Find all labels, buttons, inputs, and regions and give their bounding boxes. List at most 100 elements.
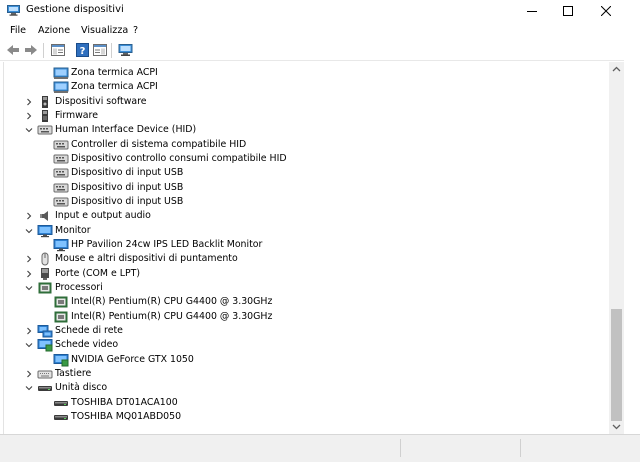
tree-item[interactable]: Monitor <box>4 224 609 238</box>
scroll-up-icon[interactable] <box>612 65 621 74</box>
hid-icon <box>53 140 69 150</box>
tree-item-label: Porte (COM e LPT) <box>55 267 140 279</box>
forward-button[interactable] <box>23 42 39 58</box>
minimize-icon <box>527 11 537 12</box>
tree-item[interactable]: Mouse e altri dispositivi di puntamento <box>4 252 609 266</box>
menu-help[interactable]: ? <box>133 25 138 36</box>
chevron-right-icon[interactable] <box>25 255 33 263</box>
monitor-icon <box>53 238 69 252</box>
software-device-icon <box>42 95 48 108</box>
tree-item[interactable]: Zona termica ACPI <box>4 66 609 80</box>
forward-icon <box>25 45 37 55</box>
vertical-scrollbar[interactable] <box>609 62 624 434</box>
back-button[interactable] <box>5 42 21 58</box>
tree-item-label: Intel(R) Pentium(R) CPU G4400 @ 3.30GHz <box>71 296 273 308</box>
tree-item[interactable]: Firmware <box>4 109 609 123</box>
tree-item-label: Intel(R) Pentium(R) CPU G4400 @ 3.30GHz <box>71 310 273 322</box>
tree-item-label: Schede di rete <box>55 324 123 336</box>
tree-item[interactable]: Processori <box>4 281 609 295</box>
tree-item-label: HP Pavilion 24cw IPS LED Backlit Monitor <box>71 238 263 250</box>
tree-item[interactable]: Zona termica ACPI <box>4 80 609 94</box>
tree-item-label: Controller di sistema compatibile HID <box>71 138 247 150</box>
tree-item-label: Dispositivo controllo consumi compatibil… <box>71 152 287 164</box>
status-divider <box>400 439 401 457</box>
tree-item[interactable]: Unità disco <box>4 381 609 395</box>
hid-icon <box>53 183 69 193</box>
menu-file[interactable]: File <box>10 25 26 36</box>
toolbar-separator <box>43 43 44 58</box>
properties-view-button[interactable] <box>50 42 66 58</box>
tree-item[interactable]: Intel(R) Pentium(R) CPU G4400 @ 3.30GHz <box>4 295 609 309</box>
processor-icon <box>54 296 68 308</box>
title-bar[interactable]: Gestione dispositivi <box>0 0 640 22</box>
toolbar-separator <box>111 43 112 58</box>
chevron-down-icon[interactable] <box>25 384 33 392</box>
menu-visualizza[interactable]: Visualizza <box>81 25 128 36</box>
tree-item-label: Dispositivo di input USB <box>71 181 184 193</box>
tree-item[interactable]: Schede di rete <box>4 324 609 338</box>
tree-item[interactable]: Dispositivo di input USB <box>4 181 609 195</box>
chevron-down-icon[interactable] <box>25 126 33 134</box>
tree-item[interactable]: Schede video <box>4 338 609 352</box>
tree-item[interactable]: Dispositivo controllo consumi compatibil… <box>4 152 609 166</box>
help-button[interactable]: ? <box>74 42 90 58</box>
disk-drive-icon <box>38 386 52 392</box>
tree-item[interactable]: Dispositivo di input USB <box>4 195 609 209</box>
chevron-down-icon[interactable] <box>25 284 33 292</box>
hid-icon <box>53 154 69 164</box>
minimize-button[interactable] <box>515 0 549 22</box>
chevron-right-icon[interactable] <box>25 370 33 378</box>
tree-item[interactable]: TOSHIBA DT01ACA100 <box>4 396 609 410</box>
tree-item[interactable]: Input e output audio <box>4 209 609 223</box>
chevron-right-icon[interactable] <box>25 270 33 278</box>
toolbar: ? <box>0 40 640 61</box>
tree-item[interactable]: TOSHIBA MQ01ABD050 <box>4 410 609 424</box>
scan-hardware-button[interactable] <box>117 42 133 58</box>
tree-item[interactable]: Porte (COM e LPT) <box>4 267 609 281</box>
menu-bar: File Azione Visualizza ? <box>0 22 640 40</box>
properties-view-icon <box>51 44 65 56</box>
disk-drive-icon <box>54 414 68 420</box>
tree-item-label: Zona termica ACPI <box>71 81 158 93</box>
tree-item[interactable]: Intel(R) Pentium(R) CPU G4400 @ 3.30GHz <box>4 310 609 324</box>
tree-item-label: Tastiere <box>55 367 92 379</box>
maximize-button[interactable] <box>551 0 585 22</box>
tree-item[interactable]: Dispositivo di input USB <box>4 166 609 180</box>
tree-item[interactable]: Human Interface Device (HID) <box>4 123 609 137</box>
tree-item-label: NVIDIA GeForce GTX 1050 <box>71 353 194 365</box>
thermal-zone-icon <box>53 81 69 94</box>
status-bar <box>0 434 640 462</box>
chevron-right-icon[interactable] <box>25 212 33 220</box>
chevron-down-icon[interactable] <box>25 227 33 235</box>
hid-icon <box>53 197 69 207</box>
disk-drive-icon <box>54 400 68 406</box>
tree-item-label: Processori <box>55 281 103 293</box>
speaker-icon <box>40 211 48 222</box>
tree-item[interactable]: HP Pavilion 24cw IPS LED Backlit Monitor <box>4 238 609 252</box>
display-adapter-icon <box>37 339 53 352</box>
keyboard-icon <box>37 370 53 379</box>
tree-item[interactable]: Controller di sistema compatibile HID <box>4 138 609 152</box>
close-button[interactable] <box>589 0 623 22</box>
chevron-right-icon[interactable] <box>25 327 33 335</box>
update-view-button[interactable] <box>92 42 108 58</box>
close-icon <box>601 6 611 16</box>
chevron-down-icon[interactable] <box>25 341 33 349</box>
tree-item[interactable]: NVIDIA GeForce GTX 1050 <box>4 353 609 367</box>
scrollbar-thumb[interactable] <box>611 309 622 421</box>
tree-item[interactable]: Tastiere <box>4 367 609 381</box>
tree-item-label: Unità disco <box>55 382 108 394</box>
tree-item-label: Input e output audio <box>55 210 151 222</box>
device-tree[interactable]: Zona termica ACPI Zona termica ACPI Dispos… <box>3 62 609 434</box>
chevron-right-icon[interactable] <box>25 98 33 106</box>
back-icon <box>7 45 19 55</box>
tree-item-label: Monitor <box>55 224 91 236</box>
window-edge <box>624 40 640 434</box>
menu-azione[interactable]: Azione <box>38 25 70 36</box>
scan-hardware-icon <box>118 43 132 56</box>
scroll-down-icon[interactable] <box>612 422 621 431</box>
tree-item[interactable]: Dispositivi software <box>4 95 609 109</box>
tree-item-label: TOSHIBA DT01ACA100 <box>71 396 178 408</box>
firmware-icon <box>42 109 48 122</box>
chevron-right-icon[interactable] <box>25 112 33 120</box>
